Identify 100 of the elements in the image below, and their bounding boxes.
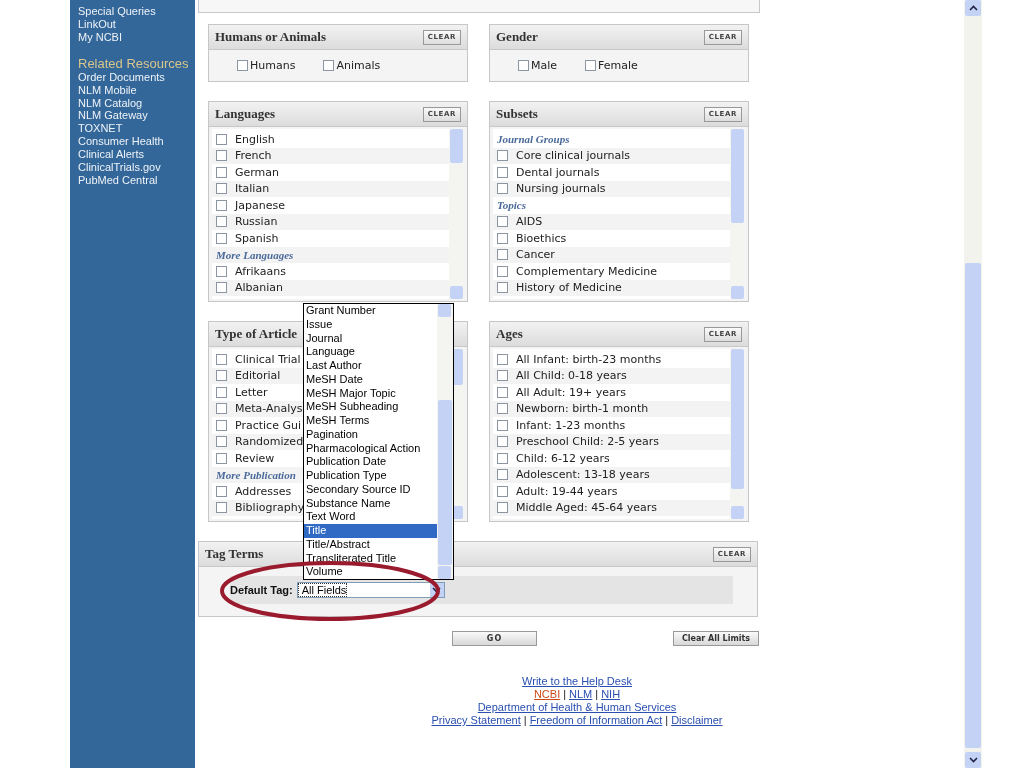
- sidebar-link[interactable]: PubMed Central: [78, 173, 158, 187]
- checkbox[interactable]: [216, 370, 227, 382]
- option-label: Albanian: [235, 281, 284, 295]
- dropdown-option[interactable]: Title/Abstract: [304, 537, 437, 552]
- checkbox[interactable]: [497, 485, 508, 497]
- sidebar-link[interactable]: Clinical Alerts: [78, 148, 145, 162]
- checkbox[interactable]: [216, 353, 227, 365]
- dropdown-option[interactable]: MeSH Date: [304, 372, 437, 387]
- checkbox[interactable]: [323, 60, 335, 71]
- tag-select[interactable]: All Fields: [296, 582, 445, 598]
- checkbox[interactable]: [497, 469, 508, 481]
- dropdown-option[interactable]: Transliterated Title: [304, 551, 437, 566]
- dropdown-option[interactable]: MeSH Terms: [304, 414, 437, 428]
- dropdown-option[interactable]: Pagination: [304, 427, 437, 442]
- link-separator: |: [563, 688, 567, 701]
- checkbox[interactable]: [497, 436, 508, 448]
- sidebar-link[interactable]: My NCBI: [78, 30, 122, 44]
- go-button[interactable]: GO: [452, 631, 537, 646]
- group-heading: Journal Groups: [497, 133, 570, 146]
- scrollbar[interactable]: [437, 304, 453, 579]
- footer-link[interactable]: NLM: [569, 688, 593, 701]
- checkbox[interactable]: [497, 183, 508, 195]
- dropdown-option[interactable]: Grant Number: [304, 304, 437, 318]
- footer-link[interactable]: Freedom of Information Act: [529, 714, 663, 727]
- sidebar-link[interactable]: LinkOut: [78, 17, 116, 31]
- footer-link[interactable]: NIH: [601, 688, 621, 701]
- checkbox[interactable]: [497, 353, 508, 365]
- dropdown-option[interactable]: Substance Name: [304, 496, 437, 511]
- dropdown-option[interactable]: Journal: [304, 331, 437, 346]
- clear-all-button[interactable]: Clear All Limits: [673, 631, 759, 646]
- checkbox[interactable]: [216, 183, 227, 195]
- checkbox[interactable]: [216, 502, 227, 514]
- scrollbar[interactable]: [964, 0, 982, 768]
- panel-title: Languages: [215, 106, 275, 122]
- dropdown-option[interactable]: Last Author: [304, 359, 437, 373]
- scrollbar[interactable]: [730, 349, 745, 519]
- dropdown-option[interactable]: Secondary Source ID: [304, 482, 437, 497]
- footer-link[interactable]: Disclaimer: [671, 714, 723, 727]
- checkbox[interactable]: [216, 485, 227, 497]
- sidebar-link[interactable]: TOXNET: [78, 122, 123, 136]
- checkbox[interactable]: [216, 282, 227, 294]
- checkbox[interactable]: [216, 216, 227, 228]
- checkbox[interactable]: [237, 60, 248, 71]
- checkbox[interactable]: [497, 150, 508, 162]
- checkbox[interactable]: [497, 502, 508, 514]
- group-heading: More Languages: [216, 248, 294, 261]
- checkbox[interactable]: [585, 60, 597, 71]
- dropdown-option[interactable]: Language: [304, 345, 437, 359]
- checkbox[interactable]: [497, 452, 508, 464]
- dropdown-option[interactable]: Publication Date: [304, 455, 437, 469]
- checkbox[interactable]: [216, 436, 227, 448]
- checkbox[interactable]: [497, 216, 508, 228]
- footer-link[interactable]: Privacy Statement: [431, 714, 521, 727]
- scroll-up-icon[interactable]: [968, 5, 978, 11]
- sidebar-link[interactable]: Order Documents: [78, 70, 165, 84]
- dropdown-option[interactable]: Volume: [304, 565, 437, 579]
- sidebar-link[interactable]: NLM Catalog: [78, 96, 143, 110]
- checkbox[interactable]: [216, 232, 227, 244]
- dropdown-option[interactable]: MeSH Subheading: [304, 400, 437, 414]
- checkbox[interactable]: [497, 166, 508, 178]
- scrollbar[interactable]: [449, 129, 464, 299]
- checkbox[interactable]: [216, 403, 227, 415]
- dropdown-option[interactable]: MeSH Major Topic: [304, 386, 437, 401]
- checkbox[interactable]: [518, 60, 529, 71]
- dropdown-option[interactable]: Publication Type: [304, 469, 437, 483]
- checkbox[interactable]: [216, 133, 227, 145]
- checkbox[interactable]: [497, 419, 508, 431]
- checkbox[interactable]: [497, 232, 508, 244]
- option-label: Russian: [235, 215, 278, 229]
- checkbox[interactable]: [497, 249, 508, 261]
- checkbox[interactable]: [216, 386, 227, 398]
- footer-link[interactable]: Write to the Help Desk: [522, 675, 632, 688]
- sidebar-link[interactable]: NLM Mobile: [78, 83, 137, 97]
- checkbox[interactable]: [497, 282, 508, 294]
- checkbox[interactable]: [216, 452, 227, 464]
- footer-link[interactable]: Department of Health & Human Services: [477, 701, 677, 714]
- dropdown-option[interactable]: Text Word: [304, 510, 437, 524]
- sidebar-link[interactable]: Special Queries: [78, 5, 156, 18]
- option-label: Adolescent: 13-18 years: [516, 468, 650, 482]
- sidebar-link[interactable]: ClinicalTrials.gov: [78, 161, 161, 174]
- sidebar-link[interactable]: Consumer Health: [78, 135, 164, 149]
- dropdown-option[interactable]: Title: [304, 524, 437, 538]
- option-label: Dental journals: [516, 165, 600, 179]
- checkbox[interactable]: [216, 265, 227, 277]
- sidebar-link[interactable]: NLM Gateway: [78, 109, 148, 123]
- scroll-down-icon[interactable]: [968, 757, 978, 763]
- scrollbar[interactable]: [730, 129, 745, 299]
- checkbox[interactable]: [497, 265, 508, 277]
- checkbox[interactable]: [497, 370, 508, 382]
- checkbox[interactable]: [216, 150, 227, 162]
- dropdown-option[interactable]: Pharmacological Action: [304, 441, 437, 456]
- checkbox[interactable]: [497, 386, 508, 398]
- checkbox[interactable]: [216, 166, 227, 178]
- checkbox[interactable]: [497, 403, 508, 415]
- footer-link[interactable]: NCBI: [533, 688, 561, 701]
- option-label: Adult: 19-44 years: [516, 484, 618, 498]
- dropdown-option[interactable]: Issue: [304, 317, 437, 332]
- panel-title: Tag Terms: [205, 546, 264, 562]
- checkbox[interactable]: [216, 199, 227, 211]
- checkbox[interactable]: [216, 419, 227, 431]
